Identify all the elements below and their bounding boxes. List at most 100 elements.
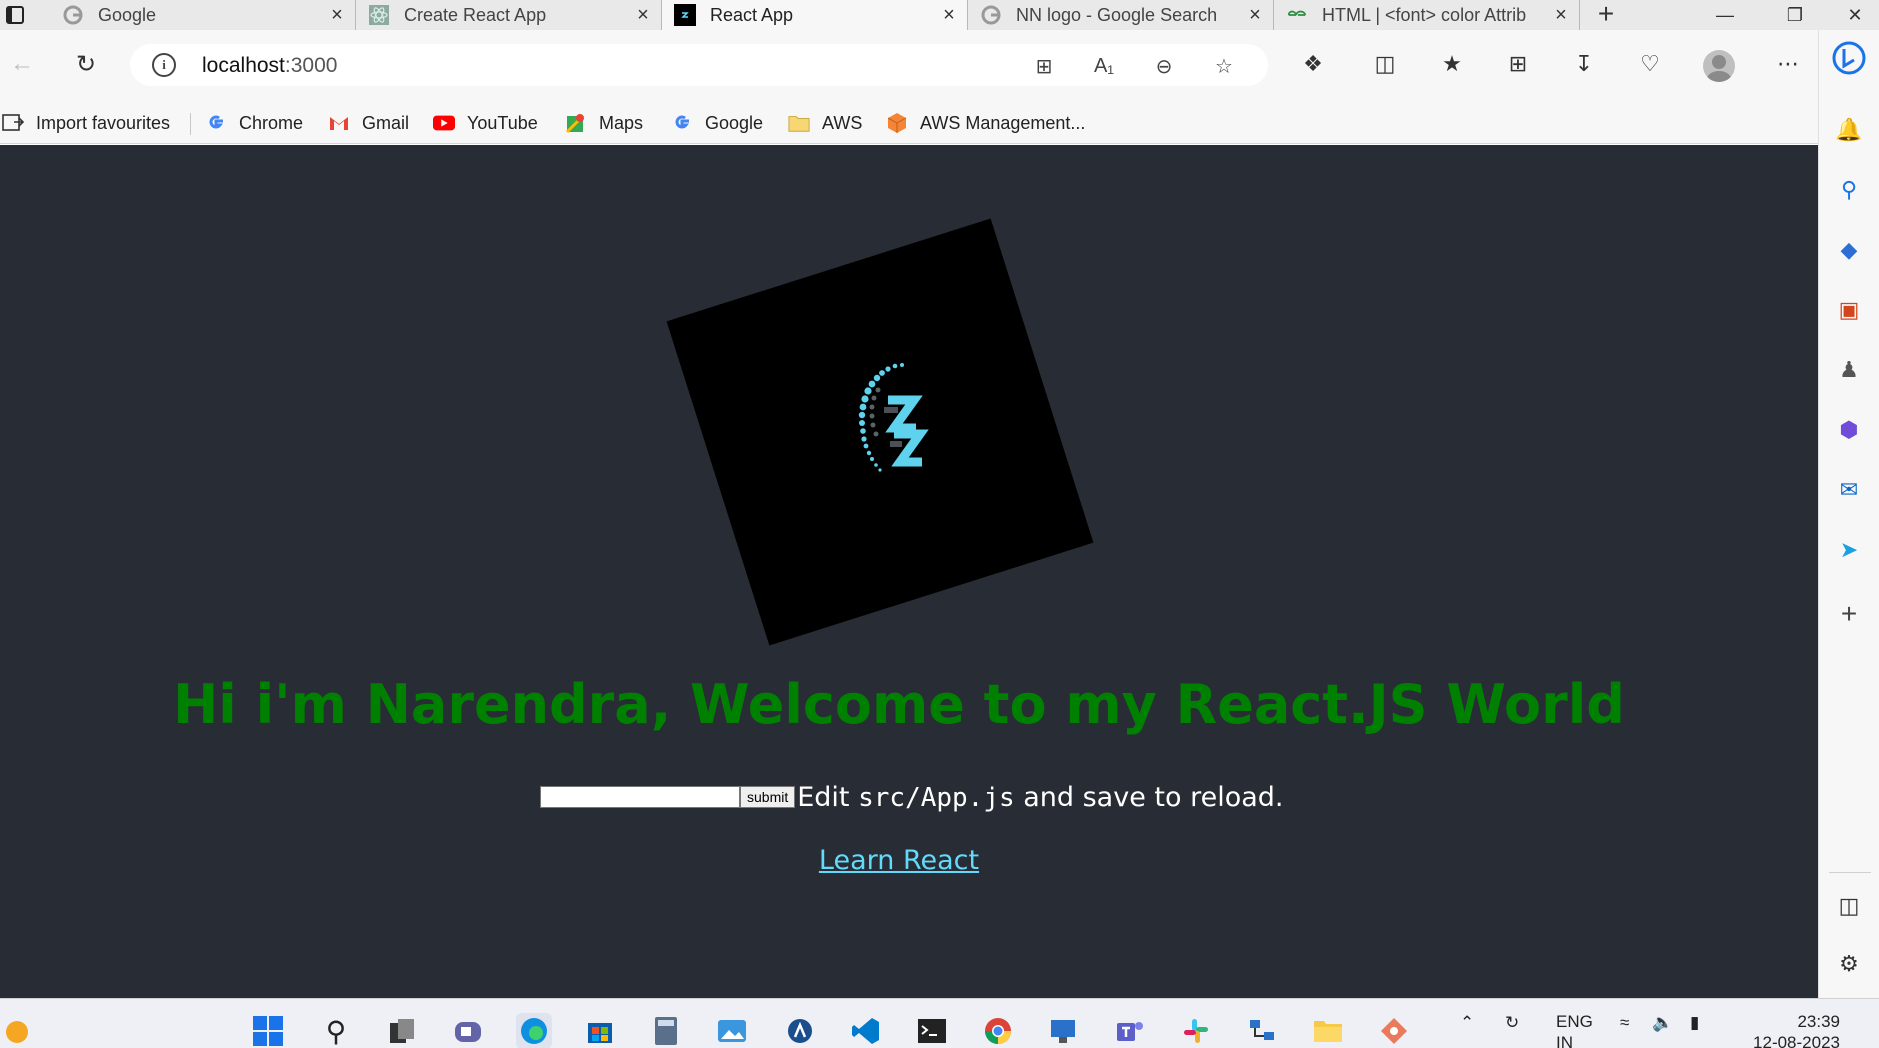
tab-title: React App [710, 4, 794, 25]
language-indicator[interactable]: ENG IN [1556, 1011, 1593, 1048]
sync-icon[interactable]: ↻ [1505, 1013, 1519, 1033]
close-tab-icon[interactable]: × [633, 4, 653, 27]
address-bar[interactable]: i localhost:3000 ⊞ A₁ ⊖ ☆ [130, 44, 1268, 86]
weather-widget-icon[interactable] [0, 1013, 36, 1048]
split-screen-icon[interactable]: ◫ [1367, 46, 1403, 82]
close-window-button[interactable]: ✕ [1830, 0, 1879, 30]
tab-create-react-app[interactable]: Create React App × [356, 0, 662, 30]
battery-icon[interactable]: ▮ [1690, 1013, 1699, 1033]
file-explorer-icon[interactable] [1310, 1013, 1346, 1048]
favourite-aws-management[interactable]: AWS Management... [886, 103, 1085, 143]
sidebar-settings-icon[interactable]: ⚙ [1831, 946, 1867, 982]
tab-nn-logo-search[interactable]: NN logo - Google Search × [968, 0, 1274, 30]
windows-start-icon[interactable] [250, 1013, 286, 1048]
sidebar-separator [1829, 872, 1871, 873]
favourite-import[interactable]: Import favourites [2, 103, 170, 143]
teams-chat-icon[interactable] [450, 1013, 486, 1048]
shopping-tag-icon[interactable]: ◆ [1831, 232, 1867, 268]
edge-taskbar-icon[interactable] [516, 1013, 552, 1048]
pen-app-icon[interactable] [782, 1013, 818, 1048]
zoom-out-icon[interactable]: ⊖ [1150, 52, 1178, 80]
favourite-label: Gmail [362, 112, 410, 133]
close-tab-icon[interactable]: × [327, 4, 347, 27]
terminal-icon[interactable] [914, 1013, 950, 1048]
tab-html-font-color[interactable]: HTML | <font> color Attrib × [1274, 0, 1580, 30]
favorites-icon[interactable]: ★ [1434, 46, 1470, 82]
favourite-youtube[interactable]: YouTube [433, 103, 538, 143]
learn-react-link[interactable]: Learn React [819, 845, 979, 876]
tools-icon[interactable]: ▣ [1831, 292, 1867, 328]
taskbar-search-icon[interactable]: ⚲ [318, 1013, 354, 1048]
photos-icon[interactable] [714, 1013, 750, 1048]
google-icon [980, 4, 1002, 26]
maps-icon [565, 112, 587, 134]
tab-actions-button[interactable] [0, 0, 30, 30]
microsoft-365-icon[interactable]: ⬢ [1831, 412, 1867, 448]
favourite-gmail[interactable]: Gmail [328, 103, 409, 143]
nn-logo-image [666, 218, 1094, 646]
games-icon[interactable]: ♟ [1831, 352, 1867, 388]
learn-react-link-wrap: Learn React [0, 845, 1798, 876]
restore-button[interactable]: ❐ [1770, 0, 1820, 30]
performance-icon[interactable]: ♡ [1632, 46, 1668, 82]
collections-icon[interactable]: ⊞ [1500, 46, 1536, 82]
close-window-icon: ✕ [1847, 4, 1863, 25]
tab-google[interactable]: Google × [50, 0, 356, 30]
favorite-star-icon[interactable]: ☆ [1210, 52, 1238, 80]
slack-icon[interactable] [1178, 1013, 1214, 1048]
downloads-icon[interactable]: ↧ [1566, 46, 1602, 82]
hide-sidebar-icon[interactable]: ◫ [1831, 888, 1867, 924]
task-view-icon[interactable] [384, 1013, 420, 1048]
extensions-icon[interactable]: ❖ [1295, 46, 1331, 82]
network-app-icon[interactable] [1244, 1013, 1280, 1048]
minimize-button[interactable]: — [1700, 0, 1750, 30]
google-icon [205, 112, 227, 134]
show-hidden-icons[interactable]: ⌃ [1460, 1013, 1474, 1033]
bing-copilot-icon[interactable] [1831, 40, 1867, 76]
favourite-aws-folder[interactable]: AWS [788, 103, 862, 143]
close-tab-icon[interactable]: × [1551, 4, 1571, 27]
submit-button[interactable]: submit [740, 786, 796, 808]
search-icon[interactable]: ⚲ [1831, 172, 1867, 208]
profile-avatar[interactable] [1703, 50, 1735, 82]
close-tab-icon[interactable]: × [1245, 4, 1265, 27]
notifications-icon[interactable]: 🔔 [1831, 112, 1867, 148]
outlook-icon[interactable]: ✉ [1831, 472, 1867, 508]
back-button[interactable]: ← [2, 44, 42, 84]
refresh-button[interactable]: ↻ [66, 44, 106, 84]
refresh-icon: ↻ [75, 50, 97, 78]
import-icon [2, 112, 24, 134]
edit-row: submit Edit src/App.js and save to reloa… [540, 781, 1284, 813]
add-sidebar-app-icon[interactable]: + [1831, 596, 1867, 632]
favourite-chrome[interactable]: Chrome [205, 103, 303, 143]
remote-desktop-icon[interactable] [1046, 1013, 1082, 1048]
microsoft-store-icon[interactable] [582, 1013, 618, 1048]
volume-icon[interactable]: 🔈 [1652, 1013, 1673, 1033]
favourite-maps[interactable]: Maps [565, 103, 643, 143]
new-tab-button[interactable]: + [1592, 0, 1620, 30]
favourite-label: Google [705, 112, 764, 133]
vscode-icon[interactable] [848, 1013, 884, 1048]
tab-react-app[interactable]: React App × [662, 0, 968, 30]
favourites-bar: Import favourites Chrome Gmail YouTube M… [0, 103, 1818, 144]
url-text[interactable]: localhost:3000 [202, 54, 337, 78]
favourite-google[interactable]: Google [671, 103, 763, 143]
geeksforgeeks-icon [1286, 4, 1308, 26]
favourite-label: Import favourites [36, 112, 171, 133]
teams-icon[interactable] [1112, 1013, 1148, 1048]
folder-icon [788, 112, 810, 134]
clock[interactable]: 23:39 12-08-2023 [1730, 1011, 1840, 1048]
tab-title: Google [98, 4, 157, 25]
close-tab-icon[interactable]: × [939, 4, 959, 27]
more-options-icon[interactable]: ⋯ [1770, 46, 1806, 82]
favourite-label: AWS [822, 112, 863, 133]
chrome-icon[interactable] [980, 1013, 1016, 1048]
text-input[interactable] [540, 786, 740, 808]
wifi-icon[interactable]: ≈ [1620, 1013, 1629, 1033]
site-info-icon[interactable]: i [152, 53, 176, 77]
drop-send-icon[interactable]: ➤ [1831, 532, 1867, 568]
read-aloud-icon[interactable]: A₁ [1090, 52, 1118, 80]
calculator-icon[interactable] [648, 1013, 684, 1048]
git-tool-icon[interactable] [1376, 1013, 1412, 1048]
app-available-icon[interactable]: ⊞ [1030, 52, 1058, 80]
